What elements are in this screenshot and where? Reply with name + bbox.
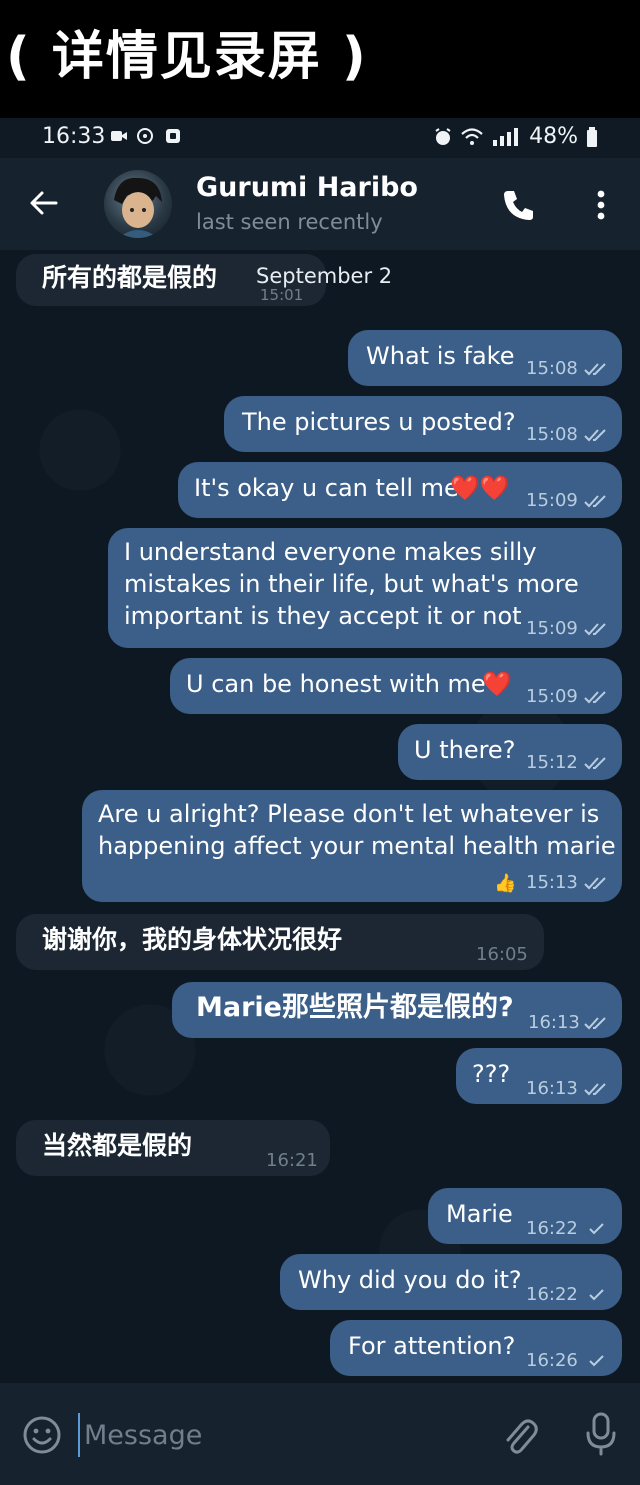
message-incoming[interactable]: 所有的都是假的 September 2 15:01 xyxy=(16,254,392,306)
double-check-icon xyxy=(584,363,606,376)
message-time: 15:08 xyxy=(526,424,578,445)
contact-avatar[interactable] xyxy=(104,170,172,238)
microphone-icon[interactable] xyxy=(584,1411,618,1457)
message-text: U can be honest with me xyxy=(186,670,486,698)
message-text-line: Are u alright? Please don't let whatever… xyxy=(98,800,600,828)
double-check-icon xyxy=(584,877,606,890)
battery-icon xyxy=(587,126,597,147)
message-outgoing[interactable]: U there? 15:12 xyxy=(398,724,622,780)
message-text: ??? xyxy=(472,1060,511,1088)
message-outgoing[interactable]: Why did you do it? 16:22 xyxy=(280,1254,622,1310)
message-time: 15:08 xyxy=(526,358,578,379)
message-text: For attention? xyxy=(348,1332,516,1360)
wifi-icon xyxy=(461,127,483,145)
message-time: 16:22 xyxy=(526,1284,578,1305)
double-check-icon xyxy=(584,757,606,770)
composer-bar xyxy=(0,1383,640,1485)
message-outgoing[interactable]: Are u alright? Please don't let whatever… xyxy=(82,790,622,902)
double-check-icon xyxy=(584,623,606,636)
signal-icon xyxy=(493,127,519,146)
alarm-notification-icon xyxy=(137,128,153,144)
phone-call-icon[interactable] xyxy=(500,186,538,224)
message-time: 15:13 xyxy=(526,872,578,893)
message-outgoing[interactable]: ??? 16:13 xyxy=(456,1048,622,1104)
message-time: 16:05 xyxy=(476,944,528,965)
message-text: What is fake xyxy=(366,342,515,370)
message-text: Why did you do it? xyxy=(298,1266,522,1294)
message-incoming[interactable]: 谢谢你，我的身体状况很好 16:05 xyxy=(16,914,544,970)
message-time: 16:13 xyxy=(526,1078,578,1099)
attachment-paperclip-icon[interactable] xyxy=(500,1413,538,1457)
message-text-line: important is they accept it or not xyxy=(124,602,522,630)
message-text: It's okay u can tell me xyxy=(194,474,459,502)
app-notification-icon xyxy=(166,129,180,143)
message-input[interactable] xyxy=(78,1413,474,1457)
message-time: 15:09 xyxy=(526,686,578,707)
message-time: 15:01 xyxy=(260,286,304,304)
single-check-icon xyxy=(589,1289,604,1301)
phone-screen: 16:33 48% Gurumi Haribo last seen recent… xyxy=(0,118,640,1485)
double-check-icon xyxy=(584,495,606,508)
double-check-icon xyxy=(584,1017,606,1030)
message-outgoing[interactable]: U can be honest with me ❤️ 15:09 xyxy=(170,658,622,714)
caption-text: ( 详情见录屏 ) xyxy=(6,27,368,87)
message-text: Marie xyxy=(446,1200,513,1228)
message-time: 16:26 xyxy=(526,1350,578,1371)
message-text: U there? xyxy=(414,736,516,764)
message-outgoing[interactable]: Marie那些照片都是假的? 16:13 xyxy=(172,982,622,1038)
double-check-icon xyxy=(584,429,606,442)
message-time: 16:22 xyxy=(526,1218,578,1239)
message-list[interactable]: 所有的都是假的 September 2 15:01 What is fake 1… xyxy=(0,250,640,1383)
heart-emoji: ❤️ xyxy=(482,670,512,698)
message-text-line: happening affect your mental health mari… xyxy=(98,832,616,860)
single-check-icon xyxy=(589,1355,604,1367)
last-seen-status: last seen recently xyxy=(196,210,383,234)
more-options-icon[interactable] xyxy=(586,186,616,224)
thumbs-up-reaction-icon[interactable]: 👍 xyxy=(494,868,516,900)
message-time: 16:21 xyxy=(266,1150,318,1171)
emoji-icon[interactable] xyxy=(22,1415,62,1455)
message-time: 15:12 xyxy=(526,752,578,773)
message-text: 当然都是假的 xyxy=(42,1131,193,1160)
back-arrow-icon[interactable] xyxy=(26,185,62,221)
message-outgoing[interactable]: Marie 16:22 xyxy=(428,1188,622,1244)
message-text: 谢谢你，我的身体状况很好 xyxy=(42,925,343,954)
message-text: 所有的都是假的 xyxy=(42,263,218,292)
single-check-icon xyxy=(589,1223,604,1235)
status-right-group: 48% xyxy=(433,124,598,149)
battery-percent: 48% xyxy=(529,124,578,149)
avatar-illustration-icon xyxy=(114,177,162,238)
message-text-line: I understand everyone makes silly xyxy=(124,538,537,566)
message-time: 15:09 xyxy=(526,490,578,511)
chat-header: Gurumi Haribo last seen recently xyxy=(0,158,640,250)
status-bar: 16:33 48% xyxy=(0,118,640,158)
message-text: The pictures u posted? xyxy=(242,408,516,436)
contact-name[interactable]: Gurumi Haribo xyxy=(196,172,418,203)
heart-emoji: ❤️❤️ xyxy=(450,474,510,502)
message-text-line: mistakes in their life, but what's more xyxy=(124,570,579,598)
status-time: 16:33 xyxy=(42,124,106,149)
message-time: 15:09 xyxy=(526,618,578,639)
message-text: Marie那些照片都是假的? xyxy=(196,992,514,1023)
message-outgoing[interactable]: The pictures u posted? 15:08 xyxy=(224,396,622,452)
alarm-icon xyxy=(435,127,451,145)
message-outgoing[interactable]: For attention? 16:26 xyxy=(330,1320,622,1376)
double-check-icon xyxy=(584,691,606,704)
message-outgoing[interactable]: I understand everyone makes silly mistak… xyxy=(108,528,622,648)
message-time: 16:13 xyxy=(528,1012,580,1033)
message-incoming[interactable]: 当然都是假的 16:21 xyxy=(16,1120,330,1176)
double-check-icon xyxy=(584,1083,606,1096)
message-outgoing[interactable]: What is fake 15:08 xyxy=(348,330,622,386)
video-notification-icon xyxy=(111,131,127,141)
message-outgoing[interactable]: It's okay u can tell me ❤️❤️ 15:09 xyxy=(178,462,622,518)
caption-banner: ( 详情见录屏 ) xyxy=(0,0,640,118)
